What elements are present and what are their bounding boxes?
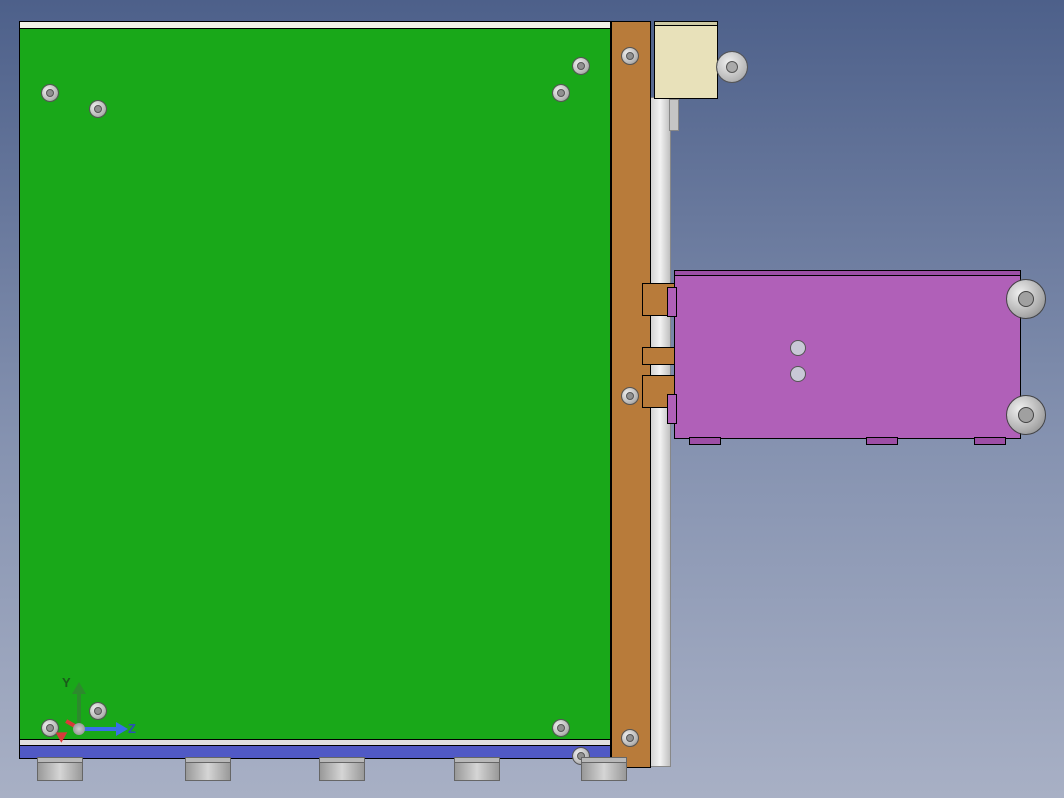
bracket-bolt: [622, 48, 638, 64]
purple-cylinder-top: [1007, 280, 1045, 318]
triad-origin: [73, 723, 85, 735]
purple-notch: [668, 288, 676, 316]
panel-bolt: [573, 58, 589, 74]
y-axis-arrow-icon: [72, 682, 86, 694]
purple-bottom-tab: [867, 438, 897, 444]
rail-connector: [670, 100, 678, 130]
panel-bolt: [553, 720, 569, 736]
bracket-bolt: [622, 730, 638, 746]
purple-notch: [668, 395, 676, 423]
beige-block: [655, 26, 717, 98]
cad-viewport[interactable]: Y Z: [0, 0, 1064, 798]
vertical-rail: [650, 98, 670, 766]
purple-bottom-tab: [690, 438, 720, 444]
foot: [38, 762, 82, 780]
z-axis-label: Z: [128, 721, 136, 736]
bracket-bolt: [622, 388, 638, 404]
foot: [582, 762, 626, 780]
foot: [186, 762, 230, 780]
green-main-panel: [20, 22, 610, 758]
y-axis-label: Y: [62, 675, 71, 690]
purple-hole: [790, 340, 806, 356]
knob-top: [717, 52, 747, 82]
purple-cylinder-bottom: [1007, 396, 1045, 434]
green-top-strip: [20, 22, 610, 28]
purple-hole: [790, 366, 806, 382]
x-axis-arrow-icon: [53, 727, 68, 742]
panel-bolt: [90, 101, 106, 117]
z-axis-arrow-icon: [116, 722, 128, 736]
z-axis: [82, 727, 120, 731]
purple-bottom-tab: [975, 438, 1005, 444]
purple-assembly: [675, 276, 1020, 438]
panel-bolt: [553, 85, 569, 101]
foot: [320, 762, 364, 780]
coordinate-triad[interactable]: Y Z: [50, 685, 130, 755]
panel-bolt: [42, 85, 58, 101]
foot: [455, 762, 499, 780]
